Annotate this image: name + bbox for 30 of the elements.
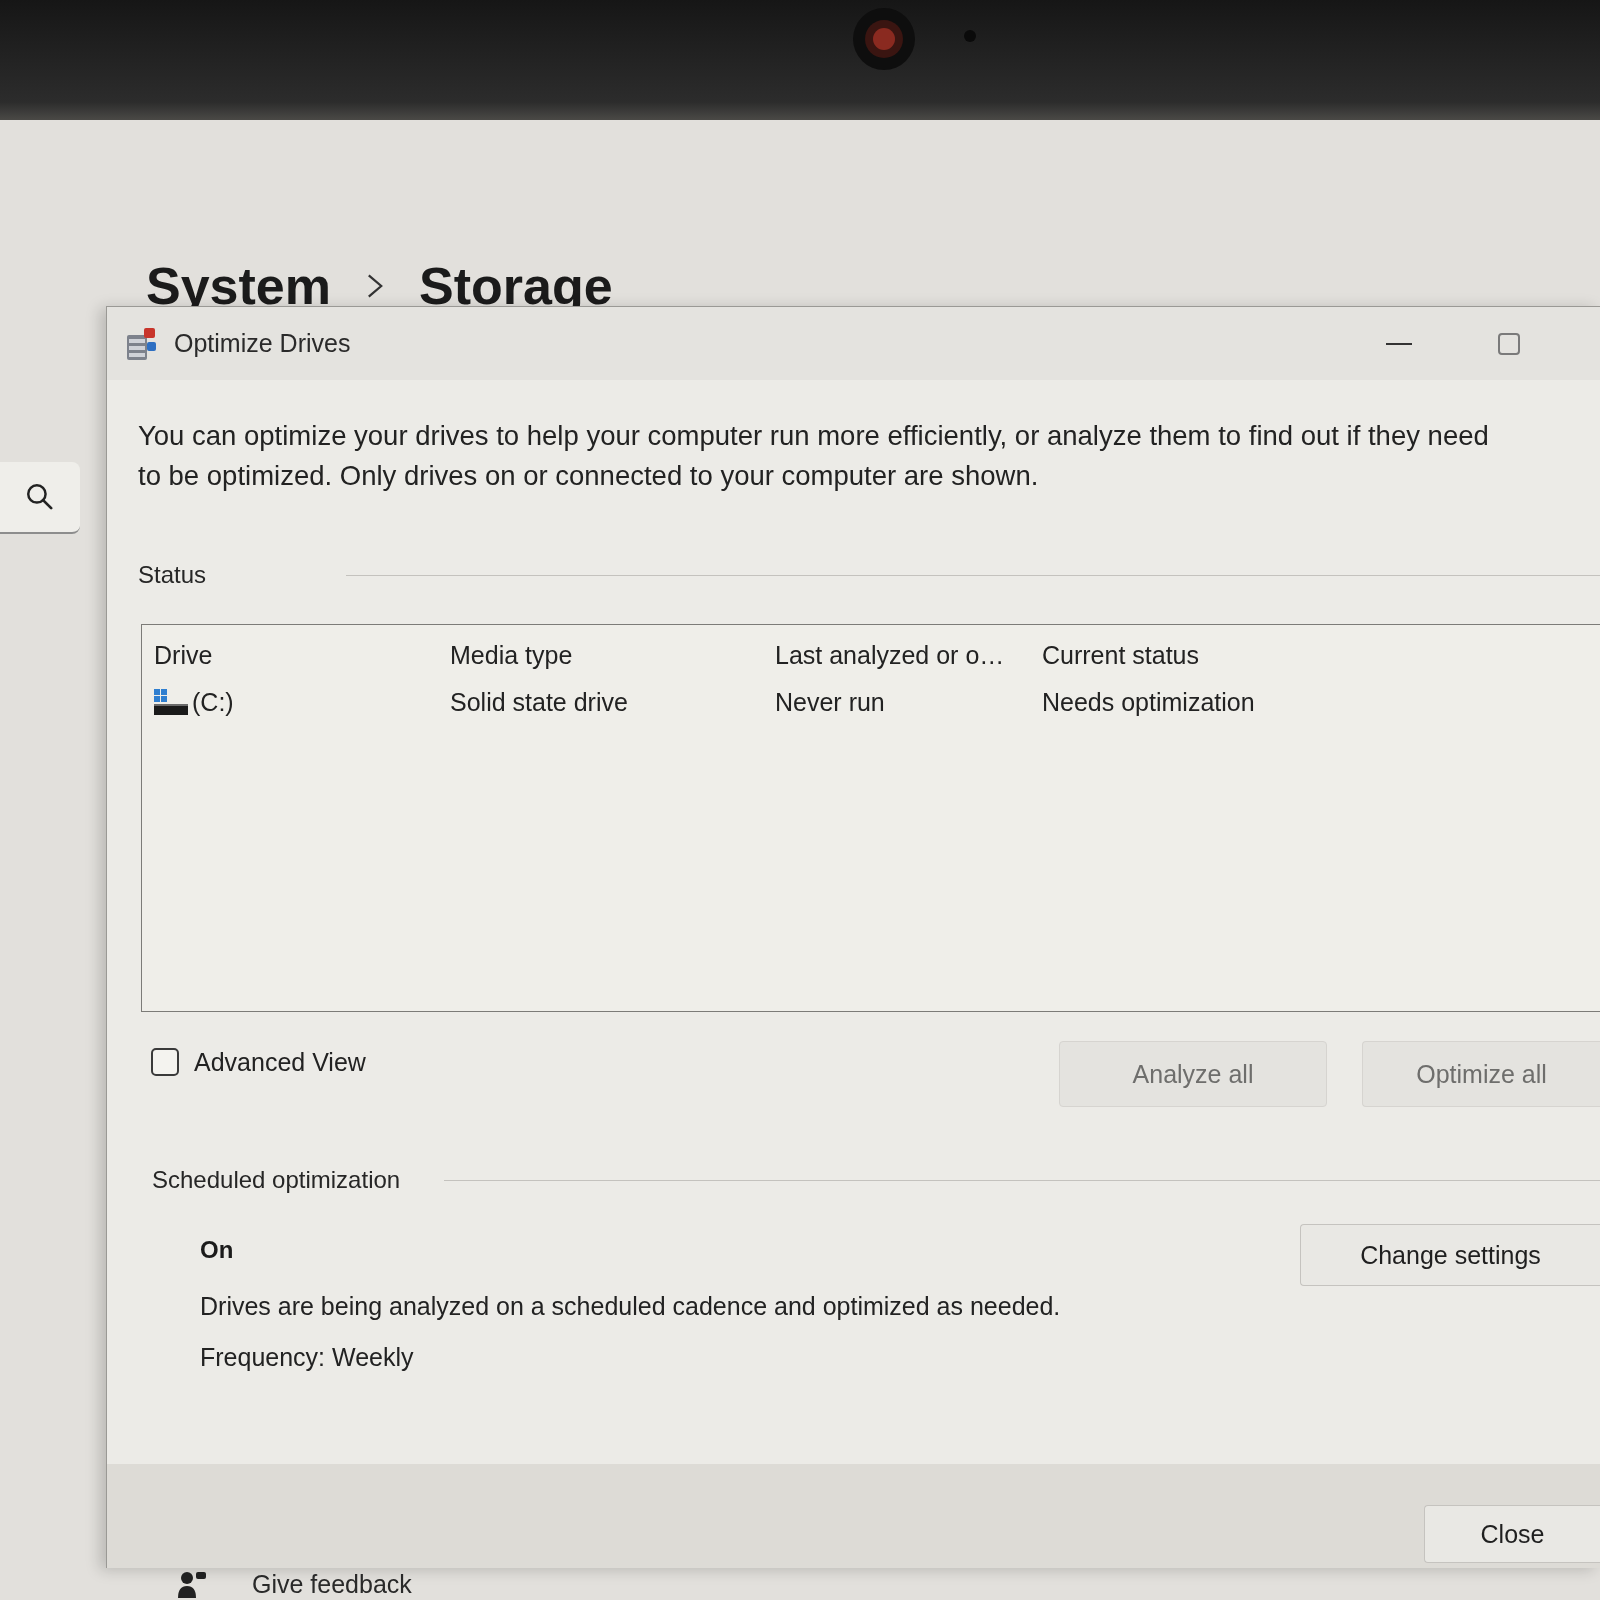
checkbox-label[interactable]: Advanced View (194, 1047, 366, 1077)
close-button[interactable]: Close (1424, 1505, 1600, 1563)
schedule-description: Drives are being analyzed on a scheduled cadence and optimized as needed. (200, 1291, 1061, 1321)
maximize-icon[interactable] (1498, 332, 1520, 355)
column-header[interactable]: Current status (1042, 636, 1199, 674)
schedule-frequency: Frequency: Weekly (200, 1342, 414, 1372)
last-analyzed: Never run (775, 687, 885, 718)
app-icon (125, 326, 157, 361)
webcam-icon (853, 7, 977, 71)
schedule-state: On (200, 1235, 234, 1265)
section-label: Status (138, 560, 207, 590)
give-feedback-link[interactable]: Give feedback (252, 1570, 412, 1598)
breadcrumb-item: Storage (419, 260, 613, 312)
change-settings-button[interactable]: Change settings (1300, 1224, 1600, 1286)
column-header[interactable]: Media type (450, 636, 573, 674)
current-status: Needs optimization (1042, 687, 1255, 718)
search-field[interactable] (0, 462, 80, 534)
column-header[interactable]: Drive (154, 636, 213, 674)
search-icon (27, 484, 53, 510)
checkbox[interactable] (151, 1048, 179, 1076)
section-label: Scheduled optimization (152, 1165, 401, 1195)
media-type: Solid state drive (450, 687, 628, 718)
minimize-icon[interactable] (1386, 342, 1412, 345)
description-text: You can optimize your drives to help your computer run more efficiently, or analyze them to find out if they need to be optimized. Only drives on or connected to your computer are shown. (138, 419, 1490, 493)
drive-name: (C:) (192, 687, 234, 718)
drive-icon (154, 689, 188, 715)
feedback-icon (178, 1570, 206, 1598)
window-title: Optimize Drives (174, 329, 351, 358)
column-header[interactable]: Last analyzed or o… (775, 636, 1005, 674)
chevron-icon (367, 273, 383, 299)
